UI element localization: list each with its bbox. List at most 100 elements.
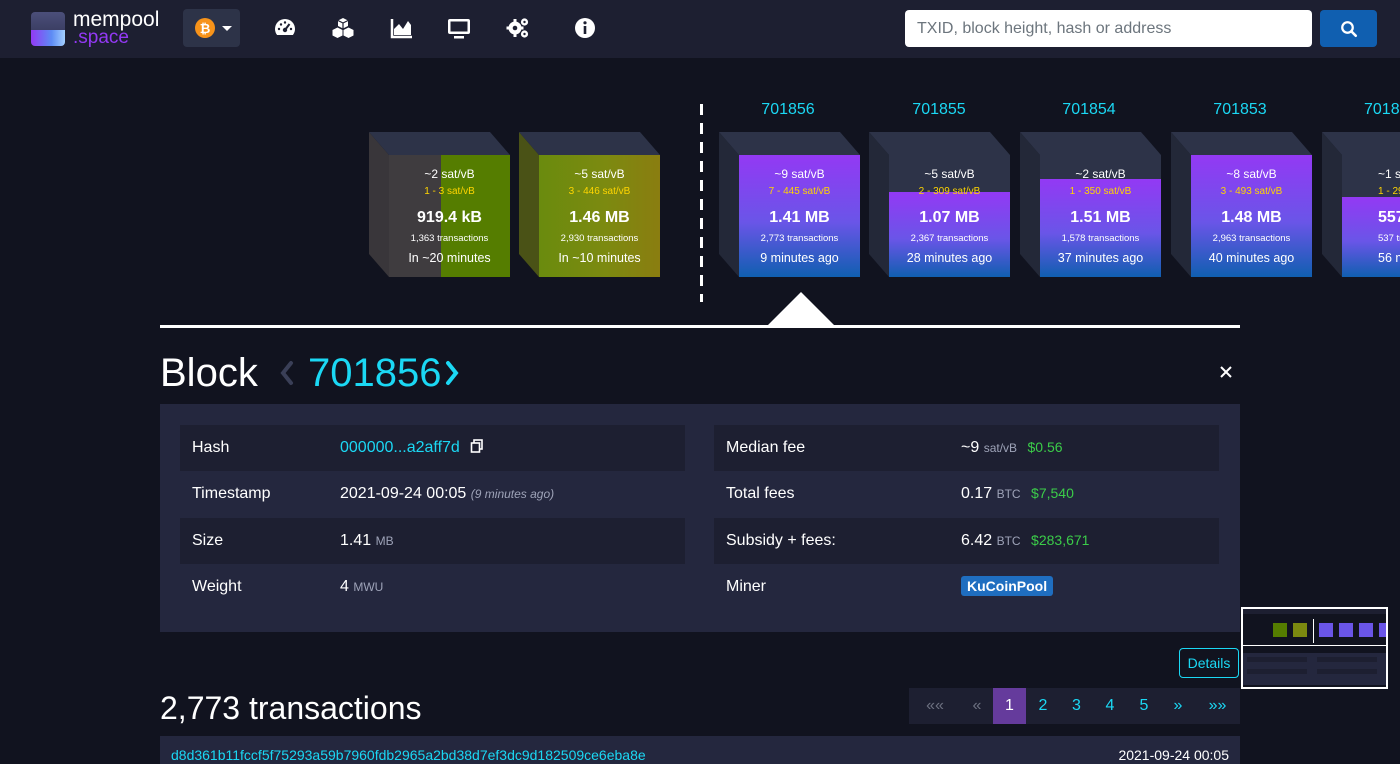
fee-range: 2 - 309 sat/vB xyxy=(918,186,981,197)
eta: In ~10 minutes xyxy=(558,251,641,265)
txid-link[interactable]: d8d361b11fccf5f75293a59b7960fdb2965a2bd3… xyxy=(171,747,646,763)
page-5[interactable]: 5 xyxy=(1127,688,1161,724)
block-time: 37 minutes ago xyxy=(1057,251,1144,265)
block-size: 1.41 MB xyxy=(769,209,830,226)
mined-block[interactable]: ~9 sat/vB 7 - 445 sat/vB 1.41 MB 2,773 t… xyxy=(719,132,860,277)
detail-row-median-fee: Median fee ~9 sat/vB $0.56 xyxy=(714,425,1219,471)
bitcoin-icon: ₿ xyxy=(195,18,215,38)
mined-block[interactable]: ~5 sat/vB 2 - 309 sat/vB 1.07 MB 2,367 t… xyxy=(869,132,1010,277)
median-fee: ~1 s xyxy=(1378,167,1400,181)
mined-block[interactable]: ~1 s 1 - 29 557. 537 tran 56 minu xyxy=(1322,132,1400,277)
page-thumbnail-preview[interactable] xyxy=(1241,607,1388,689)
mempool-block[interactable]: ~5 sat/vB 3 - 446 sat/vB 1.46 MB 2,930 t… xyxy=(519,132,660,277)
block-height-link[interactable]: 701853 xyxy=(1180,101,1300,119)
page-1[interactable]: 1 xyxy=(993,688,1026,724)
block-size: 1.48 MB xyxy=(1221,209,1282,226)
fee-range: 3 - 493 sat/vB xyxy=(1220,186,1283,197)
page-3[interactable]: 3 xyxy=(1060,688,1093,724)
weight-unit: MWU xyxy=(353,580,384,594)
tx-count: 2,367 transactions xyxy=(910,233,989,244)
page-2[interactable]: 2 xyxy=(1026,688,1060,724)
median-fee-unit: sat/vB xyxy=(983,441,1018,455)
dashboard-gauge-icon[interactable] xyxy=(273,16,297,40)
settings-gears-icon[interactable] xyxy=(506,16,530,40)
block-height-link[interactable]: 7018 xyxy=(1331,101,1400,119)
subsidy-value: 6.42 xyxy=(961,532,993,549)
page-prev[interactable]: « xyxy=(961,688,993,724)
fee-range: 1 - 3 sat/vB xyxy=(424,186,475,197)
total-fees-usd: $7,540 xyxy=(1031,485,1074,501)
timestamp-value: 2021-09-24 00:05 xyxy=(340,485,467,502)
close-icon[interactable] xyxy=(1220,366,1232,378)
block-height: 701856 xyxy=(308,351,442,395)
block-height-link[interactable]: 701856 xyxy=(728,101,848,119)
logo-mark-icon xyxy=(31,12,65,46)
fee-range: 1 - 350 sat/vB xyxy=(1069,186,1132,197)
block-height-link[interactable]: 701854 xyxy=(1029,101,1149,119)
block-time: 40 minutes ago xyxy=(1208,251,1295,265)
mined-block[interactable]: ~8 sat/vB 3 - 493 sat/vB 1.48 MB 2,963 t… xyxy=(1171,132,1312,277)
detail-row-miner: Miner KuCoinPool xyxy=(714,564,1219,610)
detail-row-subsidy: Subsidy + fees: 6.42 BTC $283,671 xyxy=(714,518,1219,564)
median-fee: ~2 sat/vB xyxy=(424,167,475,181)
search-input[interactable] xyxy=(905,10,1312,47)
fee-range: 1 - 29 xyxy=(1378,186,1400,197)
tx-count: 2,930 transactions xyxy=(560,233,639,244)
subsidy-unit: BTC xyxy=(996,534,1021,548)
block-size: 919.4 kB xyxy=(417,209,482,226)
size-unit: MB xyxy=(375,534,394,548)
mempool-logo[interactable]: mempool .space xyxy=(31,9,159,48)
block-height-link[interactable]: 701855 xyxy=(879,101,999,119)
detail-label: Subsidy + fees: xyxy=(726,532,836,549)
detail-label: Miner xyxy=(726,578,767,595)
detail-row-total-fees: Total fees 0.17 BTC $7,540 xyxy=(714,471,1219,517)
total-fees-value: 0.17 xyxy=(961,485,993,502)
block-size: 1.07 MB xyxy=(919,209,980,226)
next-block-chevron-icon[interactable] xyxy=(444,360,460,386)
selected-block-pointer xyxy=(767,292,835,326)
page-first[interactable]: «« xyxy=(909,688,961,724)
median-fee: ~2 sat/vB xyxy=(1075,167,1126,181)
tx-count: 537 tran xyxy=(1378,233,1400,244)
details-button[interactable]: Details xyxy=(1179,648,1239,678)
eta: In ~20 minutes xyxy=(408,251,491,265)
mempool-chain-divider xyxy=(700,104,703,302)
page-4[interactable]: 4 xyxy=(1093,688,1127,724)
tv-icon[interactable] xyxy=(447,16,471,40)
network-selector-button[interactable]: ₿ xyxy=(183,9,240,47)
median-fee: ~5 sat/vB xyxy=(924,167,975,181)
size-value: 1.41 xyxy=(340,532,372,549)
block-hash-value[interactable]: 000000...a2aff7d xyxy=(340,439,484,457)
block-time: 9 minutes ago xyxy=(760,251,839,265)
transactions-count: 2,773 transactions xyxy=(160,690,422,726)
previous-block-chevron-icon[interactable] xyxy=(280,360,294,386)
tx-count: 2,963 transactions xyxy=(1212,233,1291,244)
top-navbar: mempool .space ₿ xyxy=(0,0,1400,58)
logo-sub: .space xyxy=(73,27,129,48)
total-fees-unit: BTC xyxy=(996,487,1021,501)
detail-row-timestamp: Timestamp 2021-09-24 00:05 (9 minutes ag… xyxy=(180,471,685,517)
copy-icon[interactable] xyxy=(470,439,484,453)
block-size: 1.51 MB xyxy=(1070,209,1131,226)
graphs-icon[interactable] xyxy=(390,16,414,40)
detail-row-weight: Weight 4 MWU xyxy=(180,564,685,610)
block-details: Hash 000000...a2aff7d Timestamp 2021-09-… xyxy=(160,404,1240,632)
detail-label: Total fees xyxy=(726,485,795,502)
detail-label: Size xyxy=(192,532,224,549)
detail-row-size: Size 1.41 MB xyxy=(180,518,685,564)
page-next[interactable]: » xyxy=(1161,688,1195,724)
info-icon[interactable] xyxy=(573,16,597,40)
page-last[interactable]: »» xyxy=(1195,688,1240,724)
fee-range: 7 - 445 sat/vB xyxy=(768,186,831,197)
median-fee-value: ~9 xyxy=(961,439,980,456)
transaction-row: d8d361b11fccf5f75293a59b7960fdb2965a2bd3… xyxy=(160,736,1240,764)
weight-value: 4 xyxy=(340,578,349,595)
block-time: 56 minu xyxy=(1378,251,1400,265)
fee-range: 3 - 446 sat/vB xyxy=(568,186,631,197)
miner-badge[interactable]: KuCoinPool xyxy=(961,576,1054,596)
mined-block[interactable]: ~2 sat/vB 1 - 350 sat/vB 1.51 MB 1,578 t… xyxy=(1020,132,1161,277)
pagination: «« « 1 2 3 4 5 » »» xyxy=(909,688,1240,724)
search-button[interactable] xyxy=(1320,10,1377,47)
mempool-block[interactable]: ~2 sat/vB 1 - 3 sat/vB 919.4 kB 1,363 tr… xyxy=(369,132,510,277)
mining-pools-icon[interactable] xyxy=(331,16,355,40)
